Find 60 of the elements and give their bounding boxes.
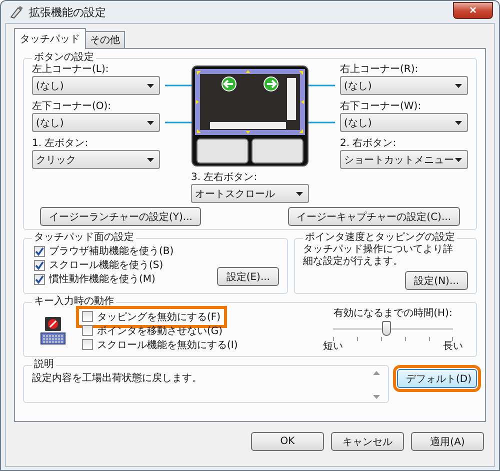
dropdown[interactable]: (なし) <box>340 76 468 95</box>
dropdown-arrow-icon <box>296 192 303 196</box>
dropdown-label: 右下コーナー(W): <box>340 101 422 113</box>
slider[interactable] <box>333 320 453 337</box>
dropdown[interactable]: オートスクロール <box>191 184 309 203</box>
settings-button[interactable]: 設定(E)... <box>217 267 279 286</box>
checkbox[interactable] <box>82 325 93 336</box>
dropdown-label: 左下コーナー(O): <box>32 101 112 113</box>
checkbox-row[interactable]: ポインタを移動させない(G) <box>80 324 225 338</box>
dropdown-arrow-icon <box>455 120 462 124</box>
dialog-button[interactable]: OK <box>251 432 324 451</box>
dropdown[interactable]: (なし) <box>340 113 468 132</box>
group-title: キー入力時の動作 <box>33 296 115 308</box>
checkbox[interactable] <box>34 274 45 284</box>
group-title: ポインタ速度とタッピングの設定 <box>304 232 456 244</box>
dropdown[interactable]: (なし) <box>32 113 160 132</box>
checkbox-label: スクロール機能を使う(S) <box>49 258 164 272</box>
window-title: 拡張機能の設定 <box>29 4 107 20</box>
tab[interactable]: タッチパッド <box>14 28 86 49</box>
checkbox-row[interactable]: タッピングを無効にする(F) <box>80 310 223 324</box>
slider-max-label: 長い <box>443 341 463 353</box>
slider-thumb[interactable] <box>382 321 391 336</box>
dropdown-arrow-icon <box>147 84 154 88</box>
dropdown-label: 3. 左右ボタン: <box>191 172 258 184</box>
checkbox-label: 慣性動作機能を使う(M) <box>49 272 156 286</box>
description-text: 設定内容を工場出荷状態に戻します。 <box>32 372 202 386</box>
dropdown[interactable]: (なし) <box>32 76 160 95</box>
checkbox-label: ブラウザ補助機能を使う(B) <box>49 244 174 258</box>
dropdown[interactable]: ショートカットメニュー <box>340 150 468 169</box>
group-title: タッチパッド面の設定 <box>33 232 135 244</box>
dropdown-arrow-icon <box>455 158 462 162</box>
dropdown-label: 2. 右ボタン: <box>340 138 398 150</box>
dropdown-label: 右上コーナー(R): <box>340 64 420 76</box>
slider-label: 有効になるまでの時間(H): <box>334 308 452 320</box>
checkbox[interactable] <box>82 311 93 322</box>
dropdown-arrow-icon <box>147 158 154 162</box>
settings-button[interactable]: 設定(N)... <box>405 271 468 290</box>
dropdown-arrow-icon <box>147 120 154 124</box>
settings-button[interactable]: イージーランチャーの設定(Y)... <box>40 207 202 226</box>
checkbox-row[interactable]: スクロール機能を無効にする(I) <box>80 338 240 352</box>
checkbox[interactable] <box>34 246 45 256</box>
scroll-down-icon[interactable] <box>373 395 380 399</box>
group-title: 説明 <box>33 359 55 371</box>
dropdown[interactable]: クリック <box>32 150 160 169</box>
scroll-up-icon[interactable] <box>373 371 380 375</box>
dropdown-label: 1. 左ボタン: <box>32 138 90 150</box>
dropdown-arrow-icon <box>455 84 462 88</box>
close-button[interactable]: × <box>453 2 493 18</box>
checkbox[interactable] <box>34 260 45 270</box>
dialog-button[interactable]: 適用(A) <box>411 432 484 451</box>
app-icon <box>9 5 23 19</box>
description-text: タッチパッド操作についてより詳細な設定が行えます。 <box>303 244 453 268</box>
keyboard-icon <box>40 316 66 346</box>
slider-min-label: 短い <box>323 341 343 353</box>
checkbox[interactable] <box>82 339 93 350</box>
dialog-button[interactable]: キャンセル <box>331 432 404 451</box>
group-title: ボタンの設定 <box>33 52 95 64</box>
tab[interactable]: その他 <box>85 31 125 48</box>
dropdown-label: 左上コーナー(L): <box>32 64 110 76</box>
settings-button[interactable]: イージーキャプチャーの設定(C)... <box>288 207 460 226</box>
